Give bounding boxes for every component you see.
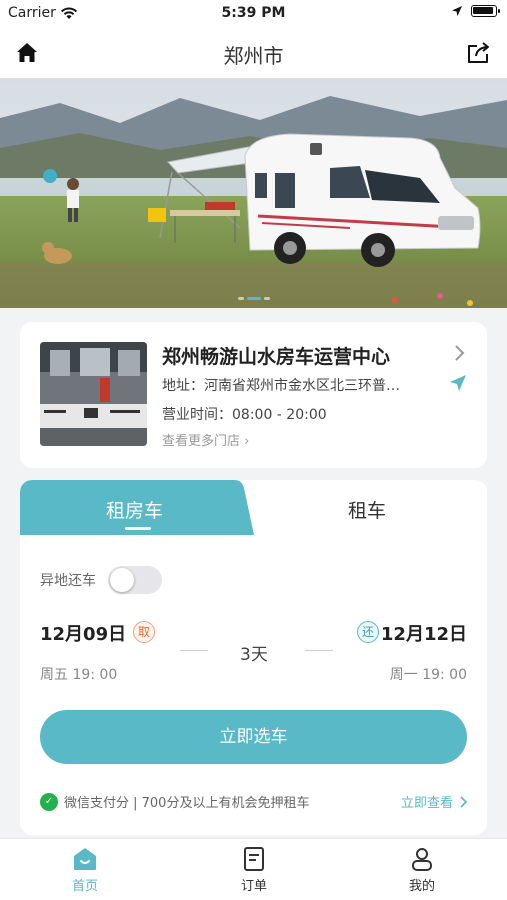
pickup-badge: 取 [133,621,155,643]
duration-divider-left [180,650,208,651]
order-icon [244,847,264,871]
banner-pagination[interactable] [0,297,507,300]
tab-active-indicator [125,527,151,530]
tabbar-label-orders: 订单 [240,879,267,894]
return-time[interactable]: 周一 19: 00 [390,664,467,684]
tabbar-label-mine: 我的 [408,879,435,894]
booking-card: 租房车 租车 异地还车 12月09日 取 周五 19: 00 3天 还 12月1… [20,480,487,835]
tabbar-item-orders[interactable]: 订单 [214,847,294,894]
return-elsewhere-toggle[interactable] [108,566,162,594]
pickup-date[interactable]: 12月09日 [40,620,126,646]
promo-banner[interactable] [0,78,507,308]
battery-icon [471,5,500,17]
promo-view-link[interactable]: 立即查看 [401,792,467,811]
tabbar-item-mine[interactable]: 我的 [382,847,462,894]
location-arrow-icon [452,6,462,16]
return-date[interactable]: 12月12日 [381,620,467,646]
profile-icon [412,848,432,871]
chevron-right-icon[interactable] [453,344,465,362]
wechat-pay-promo[interactable]: ✓ 微信支付分 | 700分及以上有机会免押租车 立即查看 [40,792,467,811]
return-elsewhere-row: 异地还车 [40,566,162,594]
store-photo-image [40,342,147,446]
rental-duration: 3天 [240,645,268,665]
store-photo [40,342,147,446]
status-right [451,5,500,17]
banner-dot[interactable] [237,297,244,300]
page-title: 郑州市 [223,44,284,68]
store-card[interactable]: 郑州畅游山水房车运营中心 地址：河南省郑州市金水区北三环普… 营业时间：08:0… [20,322,487,468]
tab-active-background [20,480,487,535]
banner-dot-active[interactable] [246,297,261,300]
bottom-tab-bar: 首页 订单 我的 [0,838,507,900]
more-stores-link[interactable]: 查看更多门店 › [162,430,249,449]
booking-tabs: 租房车 租车 [20,480,487,535]
chevron-right-icon [460,795,467,808]
select-car-button[interactable]: 立即选车 [40,710,467,764]
navigation-icon[interactable] [449,374,467,392]
wechat-pay-icon: ✓ [40,792,58,811]
tabbar-label-home: 首页 [71,879,98,894]
banner-image [0,78,507,308]
return-badge: 还 [357,621,379,643]
home-icon [74,848,96,870]
promo-text: 微信支付分 | 700分及以上有机会免押租车 [64,796,310,811]
duration-divider-right [305,650,333,651]
promo-link-label: 立即查看 [400,796,453,811]
store-address: 地址：河南省郑州市金水区北三环普… [162,378,400,394]
tab-car-rental[interactable]: 租车 [348,496,386,523]
return-elsewhere-label: 异地还车 [40,573,96,589]
pickup-time[interactable]: 周五 19: 00 [40,664,117,684]
store-hours: 营业时间：08:00 - 20:00 [162,407,327,423]
share-icon[interactable] [465,39,493,67]
nav-bar: 郑州市 [0,28,507,78]
status-bar: Carrier 5:39 PM [0,0,507,28]
status-time: 5:39 PM [221,5,286,21]
tab-rv-rental[interactable]: 租房车 [106,496,163,523]
store-name: 郑州畅游山水房车运营中心 [162,346,391,368]
tabbar-item-home[interactable]: 首页 [45,847,125,894]
banner-dot[interactable] [263,297,270,300]
